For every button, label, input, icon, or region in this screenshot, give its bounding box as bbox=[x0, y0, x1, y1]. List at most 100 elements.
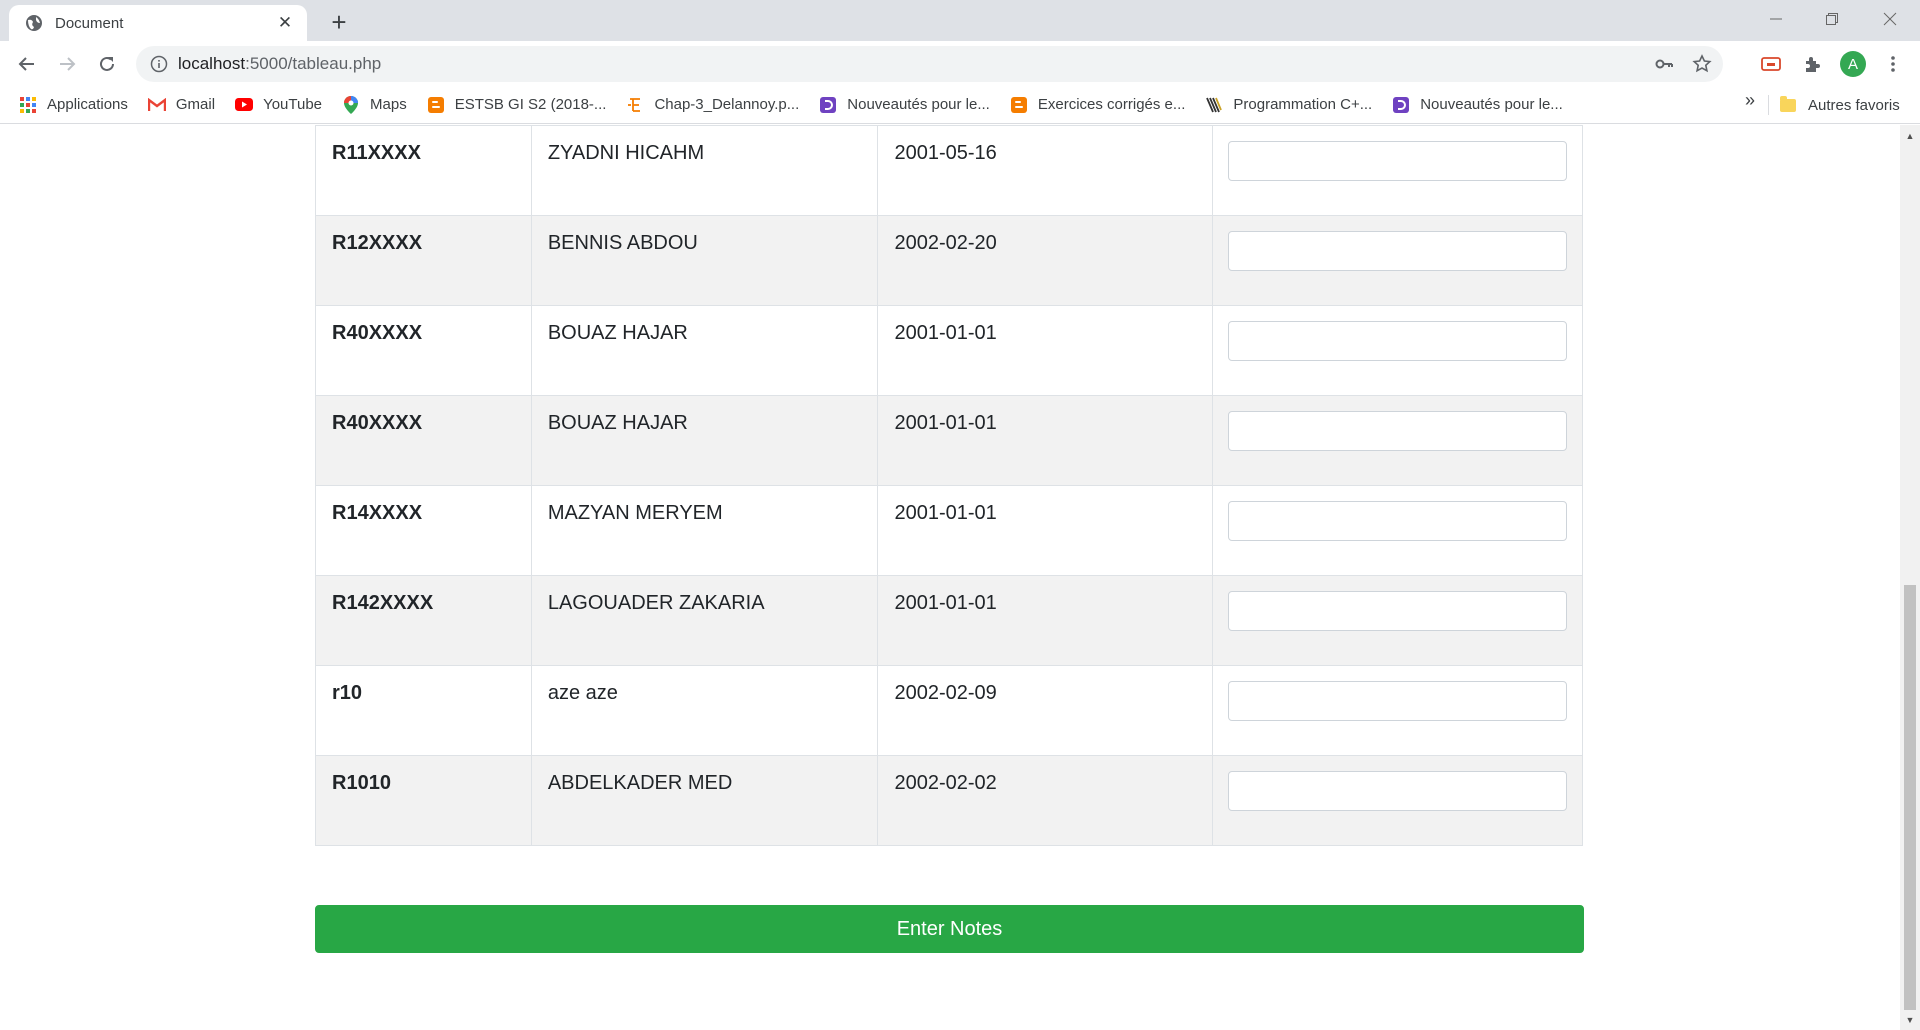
star-icon[interactable] bbox=[1685, 47, 1719, 81]
url-host: localhost bbox=[178, 54, 246, 73]
student-code-cell: R12XXXX bbox=[315, 215, 532, 306]
student-code-cell: R40XXXX bbox=[315, 305, 532, 396]
birth-date-cell: 2001-01-01 bbox=[877, 305, 1213, 396]
note-input[interactable] bbox=[1227, 321, 1567, 361]
folder-icon bbox=[1780, 95, 1796, 112]
note-cell bbox=[1211, 755, 1584, 846]
close-tab-icon[interactable]: ✕ bbox=[275, 13, 295, 33]
student-name-cell: ABDELKADER MED bbox=[530, 755, 879, 846]
student-name-cell: BENNIS ABDOU bbox=[530, 215, 879, 306]
note-input[interactable] bbox=[1227, 591, 1567, 631]
url-path: :5000/tableau.php bbox=[245, 54, 382, 73]
vertical-scrollbar[interactable]: ▲ ▼ bbox=[1900, 125, 1920, 1030]
bookmark-programmation[interactable]: Programmation C+... bbox=[1203, 90, 1380, 120]
student-name-cell: MAZYAN MERYEM bbox=[530, 485, 879, 576]
note-cell bbox=[1211, 125, 1584, 216]
bookmark-label: YouTube bbox=[263, 96, 323, 113]
student-name-cell: LAGOUADER ZAKARIA bbox=[530, 575, 879, 666]
student-code-cell: R142XXXX bbox=[315, 575, 532, 666]
new-tab-button[interactable]: + bbox=[325, 8, 353, 36]
info-icon[interactable] bbox=[150, 55, 168, 73]
minimize-icon bbox=[1770, 18, 1782, 20]
close-window-icon bbox=[1883, 12, 1897, 26]
extension-red-icon bbox=[1761, 57, 1781, 71]
bookmark-label: Nouveautés pour le... bbox=[1420, 96, 1563, 113]
note-input[interactable] bbox=[1227, 501, 1567, 541]
bookmark-exercices[interactable]: Exercices corrigés e... bbox=[1008, 90, 1194, 120]
note-input[interactable] bbox=[1227, 681, 1567, 721]
extensions-menu-button[interactable] bbox=[1795, 47, 1829, 81]
doc-e-icon bbox=[626, 96, 644, 114]
bookmark-applications[interactable]: Applications bbox=[17, 90, 136, 120]
note-cell bbox=[1211, 215, 1584, 306]
purple-d-icon bbox=[819, 96, 837, 114]
bookmark-label: Exercices corrigés e... bbox=[1037, 96, 1186, 113]
bookmark-maps[interactable]: Maps bbox=[340, 90, 415, 120]
restore-button[interactable] bbox=[1804, 0, 1860, 38]
student-code-cell: R11XXXX bbox=[315, 125, 532, 216]
close-window-button[interactable] bbox=[1862, 0, 1918, 38]
bookmarks-bar: Applications Gmail YouTube Maps ESTSB GI… bbox=[0, 86, 1920, 124]
student-code-cell: R1010 bbox=[315, 755, 532, 846]
bookmark-label: Programmation C+... bbox=[1233, 96, 1373, 113]
minimize-button[interactable] bbox=[1748, 0, 1804, 38]
note-cell bbox=[1211, 665, 1584, 756]
enter-notes-button[interactable]: Enter Notes bbox=[315, 905, 1584, 953]
note-input[interactable] bbox=[1227, 141, 1567, 181]
table-row: R40XXXX BOUAZ HAJAR 2001-01-01 bbox=[315, 395, 1584, 486]
scroll-down-arrow-icon[interactable]: ▼ bbox=[1900, 1011, 1920, 1028]
scroll-up-arrow-icon[interactable]: ▲ bbox=[1900, 127, 1920, 144]
profile-button[interactable]: A bbox=[1836, 47, 1870, 81]
birth-date-cell: 2001-01-01 bbox=[877, 575, 1213, 666]
page-viewport: R11XXXX ZYADNI HICAHM 2001-05-16 R12XXXX BEN… bbox=[0, 125, 1900, 1030]
bookmarks-divider bbox=[1768, 95, 1769, 115]
bookmark-estsb[interactable]: ESTSB GI S2 (2018-... bbox=[425, 90, 615, 120]
arrow-left-icon bbox=[18, 57, 34, 71]
other-bookmarks-label: Autres favoris bbox=[1808, 96, 1900, 114]
purple-d-icon bbox=[1392, 96, 1410, 114]
bookmark-label: Applications bbox=[47, 96, 128, 113]
table-row: R11XXXX ZYADNI HICAHM 2001-05-16 bbox=[315, 125, 1584, 216]
note-input[interactable] bbox=[1227, 771, 1567, 811]
birth-date-cell: 2001-05-16 bbox=[877, 125, 1213, 216]
arrow-right-icon bbox=[60, 57, 76, 71]
birth-date-cell: 2002-02-20 bbox=[877, 215, 1213, 306]
extension-button[interactable] bbox=[1754, 47, 1788, 81]
striped-logo-icon bbox=[1205, 96, 1223, 114]
bookmark-nouveautes-2[interactable]: Nouveautés pour le... bbox=[1390, 90, 1571, 120]
bookmark-label: Gmail bbox=[175, 96, 216, 113]
bookmark-youtube[interactable]: YouTube bbox=[233, 90, 330, 120]
tab-title: Document bbox=[55, 14, 124, 32]
table-row: R1010 ABDELKADER MED 2002-02-02 bbox=[315, 755, 1584, 846]
student-name-cell: ZYADNI HICAHM bbox=[530, 125, 879, 216]
note-input[interactable] bbox=[1227, 231, 1567, 271]
student-code-cell: R14XXXX bbox=[315, 485, 532, 576]
note-input[interactable] bbox=[1227, 411, 1567, 451]
bookmarks-overflow-chevron-icon[interactable]: » bbox=[1740, 90, 1760, 111]
other-bookmarks-folder[interactable]: Autres favoris bbox=[1780, 90, 1900, 120]
student-name-cell: BOUAZ HAJAR bbox=[530, 305, 879, 396]
scrollbar-thumb[interactable] bbox=[1904, 585, 1916, 1010]
bookmark-label: Maps bbox=[370, 96, 407, 113]
browser-toolbar: localhost:5000/tableau.php A bbox=[0, 41, 1920, 86]
address-bar[interactable]: localhost:5000/tableau.php bbox=[136, 46, 1723, 82]
blogger-icon bbox=[1010, 96, 1028, 114]
table-row: R14XXXX MAZYAN MERYEM 2001-01-01 bbox=[315, 485, 1584, 576]
table-row: R40XXXX BOUAZ HAJAR 2001-01-01 bbox=[315, 305, 1584, 396]
note-cell bbox=[1211, 575, 1584, 666]
forward-button[interactable] bbox=[50, 47, 84, 81]
student-code-cell: r10 bbox=[315, 665, 532, 756]
students-table: R11XXXX ZYADNI HICAHM 2001-05-16 R12XXXX BEN… bbox=[315, 125, 1584, 846]
bookmark-nouveautes-1[interactable]: Nouveautés pour le... bbox=[817, 90, 998, 120]
reload-button[interactable] bbox=[90, 47, 124, 81]
globe-icon bbox=[26, 15, 42, 31]
browser-tab[interactable]: Document ✕ bbox=[9, 5, 307, 41]
browser-menu-button[interactable] bbox=[1876, 47, 1910, 81]
bookmark-chap3[interactable]: Chap-3_Delannoy.p... bbox=[624, 90, 807, 120]
key-icon[interactable] bbox=[1647, 47, 1681, 81]
student-name-cell: BOUAZ HAJAR bbox=[530, 395, 879, 486]
back-button[interactable] bbox=[10, 47, 44, 81]
bookmark-gmail[interactable]: Gmail bbox=[146, 90, 223, 120]
table-row: R12XXXX BENNIS ABDOU 2002-02-20 bbox=[315, 215, 1584, 306]
youtube-icon bbox=[235, 96, 254, 114]
